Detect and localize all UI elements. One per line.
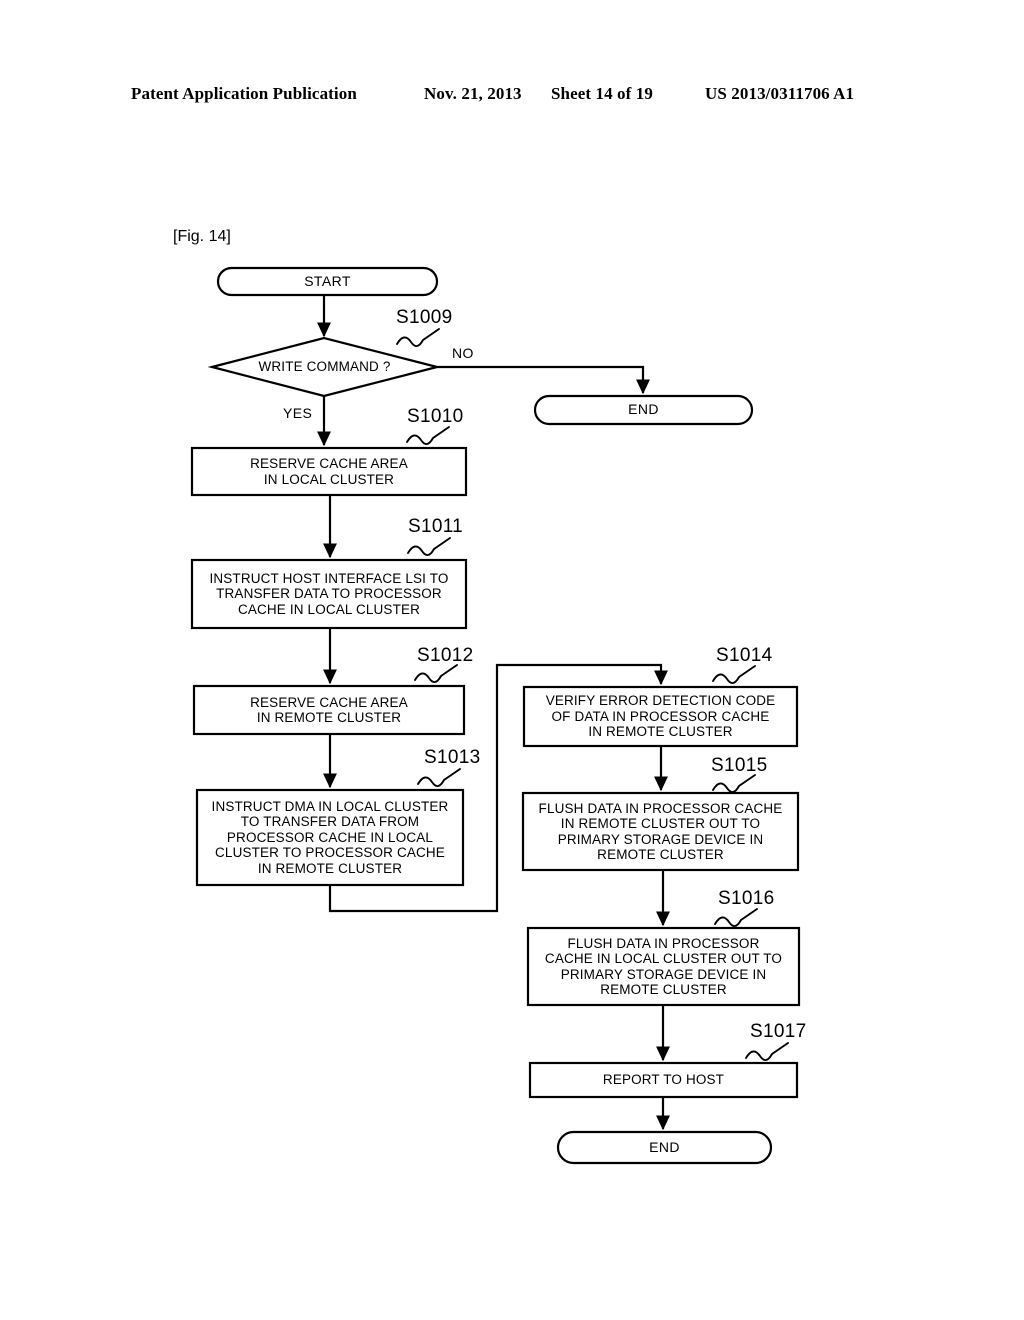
flowchart-diagram: START WRITE COMMAND ? END RESERVE CACHE … (0, 0, 1024, 1320)
step-label-s1010: S1010 (407, 406, 464, 427)
flowchart-svg (190, 266, 801, 1165)
leader-squiggle-s1017 (745, 1042, 789, 1061)
node-s1010-shape (190, 446, 468, 497)
node-start-shape (216, 266, 439, 297)
step-label-s1017: S1017 (750, 1021, 807, 1042)
node-s1017-shape (528, 1061, 799, 1099)
step-label-s1012: S1012 (417, 645, 474, 666)
leader-squiggle-s1015 (712, 774, 756, 793)
node-s1013-shape (195, 788, 465, 887)
step-label-s1009: S1009 (396, 307, 453, 328)
leader-squiggle-s1016 (714, 908, 758, 927)
step-label-s1011: S1011 (408, 516, 464, 537)
node-s1015-shape (521, 791, 800, 872)
step-label-s1016: S1016 (718, 888, 775, 909)
node-s1012-shape (192, 684, 466, 736)
edge-s1009-to-end1 (437, 365, 650, 395)
leader-squiggle-s1014 (712, 665, 756, 684)
leader-squiggle-s1012 (414, 664, 458, 683)
node-s1014-shape (522, 685, 799, 748)
node-end1-shape (533, 394, 754, 426)
leader-squiggle-s1011 (407, 537, 451, 556)
branch-label-no: NO (452, 345, 474, 361)
node-s1011-shape (190, 558, 468, 630)
leader-squiggle-s1010 (406, 426, 450, 445)
branch-label-yes: YES (283, 405, 313, 421)
step-label-s1013: S1013 (424, 747, 481, 768)
node-s1009-shape (207, 336, 438, 398)
step-label-s1015: S1015 (711, 755, 768, 776)
leader-squiggle-s1013 (417, 768, 461, 787)
node-end2-shape (556, 1130, 773, 1165)
node-s1016-shape (526, 926, 801, 1007)
step-label-s1014: S1014 (716, 645, 773, 666)
leader-squiggle-s1009 (396, 328, 440, 347)
